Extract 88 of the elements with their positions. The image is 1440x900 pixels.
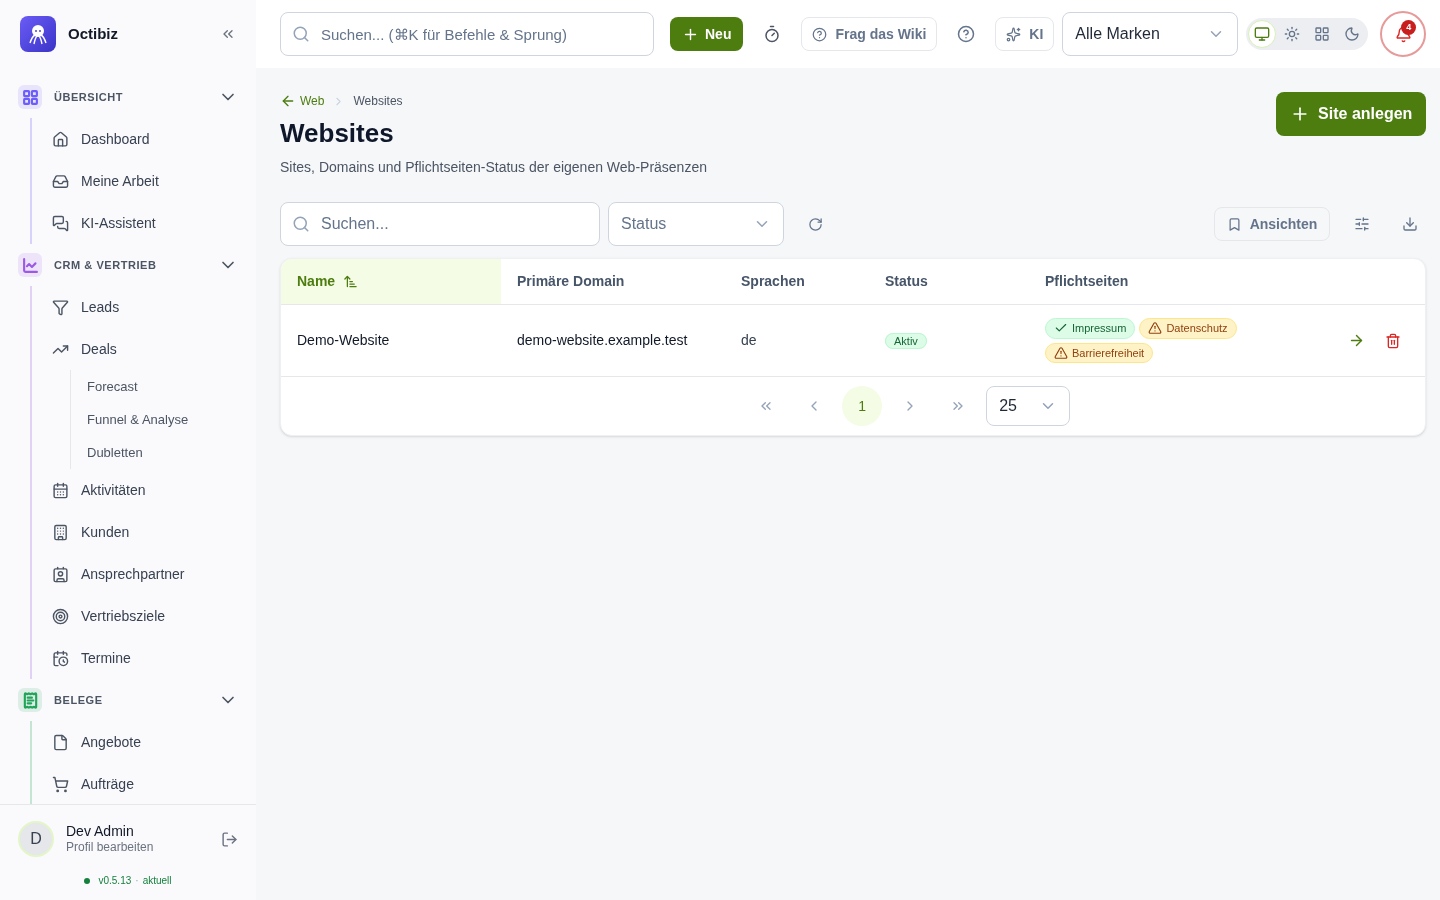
column-header[interactable]: Pflichtseiten xyxy=(1029,259,1426,304)
timer-button[interactable] xyxy=(763,25,782,43)
refresh-button[interactable] xyxy=(808,216,823,232)
cart-icon xyxy=(52,775,69,793)
section-header[interactable]: CRM & VERTRIEB xyxy=(0,244,256,286)
page-size-select[interactable]: 25 xyxy=(986,386,1071,426)
brand-logo xyxy=(20,16,56,52)
version-status: aktuell xyxy=(142,874,172,888)
delete-button[interactable] xyxy=(1385,332,1402,349)
home-icon xyxy=(52,130,69,148)
sidebar-item[interactable]: Aufträge xyxy=(52,763,256,804)
sparkles-icon xyxy=(1006,26,1022,42)
section-title: ÜBERSICHT xyxy=(54,89,125,105)
table-cell-text: demo-website.example.test xyxy=(516,331,689,350)
page-title: Websites xyxy=(280,117,395,150)
profile-link[interactable]: Profil bearbeiten xyxy=(66,840,209,856)
sidebar-item[interactable]: Kunden xyxy=(52,511,256,553)
sidebar-item[interactable]: Leads xyxy=(52,286,256,328)
column-header[interactable]: Status xyxy=(869,259,1029,304)
column-header[interactable]: Name xyxy=(281,259,501,304)
logout-icon xyxy=(221,830,238,848)
brand-name: Octibiz xyxy=(68,23,119,44)
status-select[interactable]: Status xyxy=(608,202,784,246)
breadcrumb-current: Websites xyxy=(353,93,403,110)
page-status-badge: Impressum xyxy=(1045,318,1136,339)
sidebar-item[interactable]: Angebote xyxy=(52,721,256,763)
calendar-icon xyxy=(52,481,69,499)
funnel-icon xyxy=(52,298,69,316)
section-title: CRM & VERTRIEB xyxy=(54,257,158,273)
target-icon xyxy=(52,607,69,625)
bookmark-icon xyxy=(1226,216,1242,232)
sidebar-subitem[interactable]: Funnel & Analyse xyxy=(87,403,256,436)
section-title: BELEGE xyxy=(54,692,104,708)
version-number: v0.5.13 xyxy=(98,874,132,888)
table-cell-text: de xyxy=(740,331,758,350)
sidebar-item[interactable]: Aktivitäten xyxy=(52,469,256,511)
logout-button[interactable] xyxy=(221,830,238,848)
warning-icon xyxy=(1148,321,1163,336)
arrow-left-icon xyxy=(280,93,296,109)
file-icon xyxy=(52,733,69,751)
page-subtitle: Sites, Domains und Pflichtseiten-Status der eigenen Web-Präsenzen xyxy=(280,158,707,177)
inbox-icon xyxy=(52,172,69,190)
download-button[interactable] xyxy=(1402,216,1419,232)
calendar-clock-icon xyxy=(52,649,69,667)
warning-icon xyxy=(1054,345,1068,360)
column-header[interactable]: Sprachen xyxy=(725,259,869,304)
search-icon xyxy=(292,215,310,233)
user-name: Dev Admin xyxy=(66,822,135,841)
help-button[interactable] xyxy=(957,25,976,43)
status-badge: Aktiv xyxy=(885,333,927,349)
create-site-button[interactable]: Site anlegen xyxy=(1276,92,1427,136)
notification-count: 4 xyxy=(1401,20,1417,35)
sidebar-item[interactable]: Meine Arbeit xyxy=(52,160,256,202)
chat-icon xyxy=(52,214,69,232)
page-button[interactable]: 1 xyxy=(842,386,883,426)
column-header[interactable]: Primäre Domain xyxy=(501,259,725,304)
search-icon xyxy=(292,25,310,43)
user-avatar[interactable]: D xyxy=(18,821,54,857)
sidebar-item[interactable]: KI-Assistent xyxy=(52,202,256,244)
bell-icon xyxy=(1394,25,1412,43)
notifications-button[interactable]: 4 xyxy=(1380,11,1427,57)
sidebar-item[interactable]: Dashboard xyxy=(52,118,256,160)
brand-select[interactable]: Alle Marken xyxy=(1062,12,1239,56)
wiki-button[interactable]: Frag das Wiki xyxy=(801,17,938,51)
help-icon xyxy=(812,26,828,42)
search-field[interactable]: Suchen... xyxy=(280,202,600,246)
global-search-field[interactable]: Suchen... (⌘K für Befehle & Sprung) xyxy=(280,12,654,56)
monitor-icon[interactable] xyxy=(1248,20,1277,48)
page-status-badge: Datenschutz xyxy=(1139,318,1237,339)
section-header[interactable]: BELEGE xyxy=(0,679,256,721)
section-header[interactable]: ÜBERSICHT xyxy=(0,76,256,118)
settings-button[interactable] xyxy=(1354,216,1371,232)
sort-icon xyxy=(343,274,359,289)
sidebar-item[interactable]: Ansprechpartner xyxy=(52,553,256,595)
sidebar-item[interactable]: Vertriebsziele xyxy=(52,595,256,637)
views-button[interactable]: Ansichten xyxy=(1213,207,1331,241)
sidebar-subitem[interactable]: Forecast xyxy=(87,370,256,403)
ai-button[interactable]: KI xyxy=(995,17,1055,51)
building-icon xyxy=(52,523,69,541)
back-link[interactable]: Web xyxy=(280,92,325,110)
new-button[interactable]: Neu xyxy=(670,17,744,51)
sidebar-item[interactable]: Termine xyxy=(52,637,256,679)
page-status-badge: Barrierefreiheit xyxy=(1045,342,1154,363)
table-cell-text: Demo-Website xyxy=(296,331,391,350)
separator-dot: · xyxy=(135,874,139,888)
sidebar-subitem[interactable]: Dubletten xyxy=(87,436,256,469)
contact-icon xyxy=(52,565,69,583)
sidebar-item[interactable]: Deals xyxy=(52,328,256,370)
